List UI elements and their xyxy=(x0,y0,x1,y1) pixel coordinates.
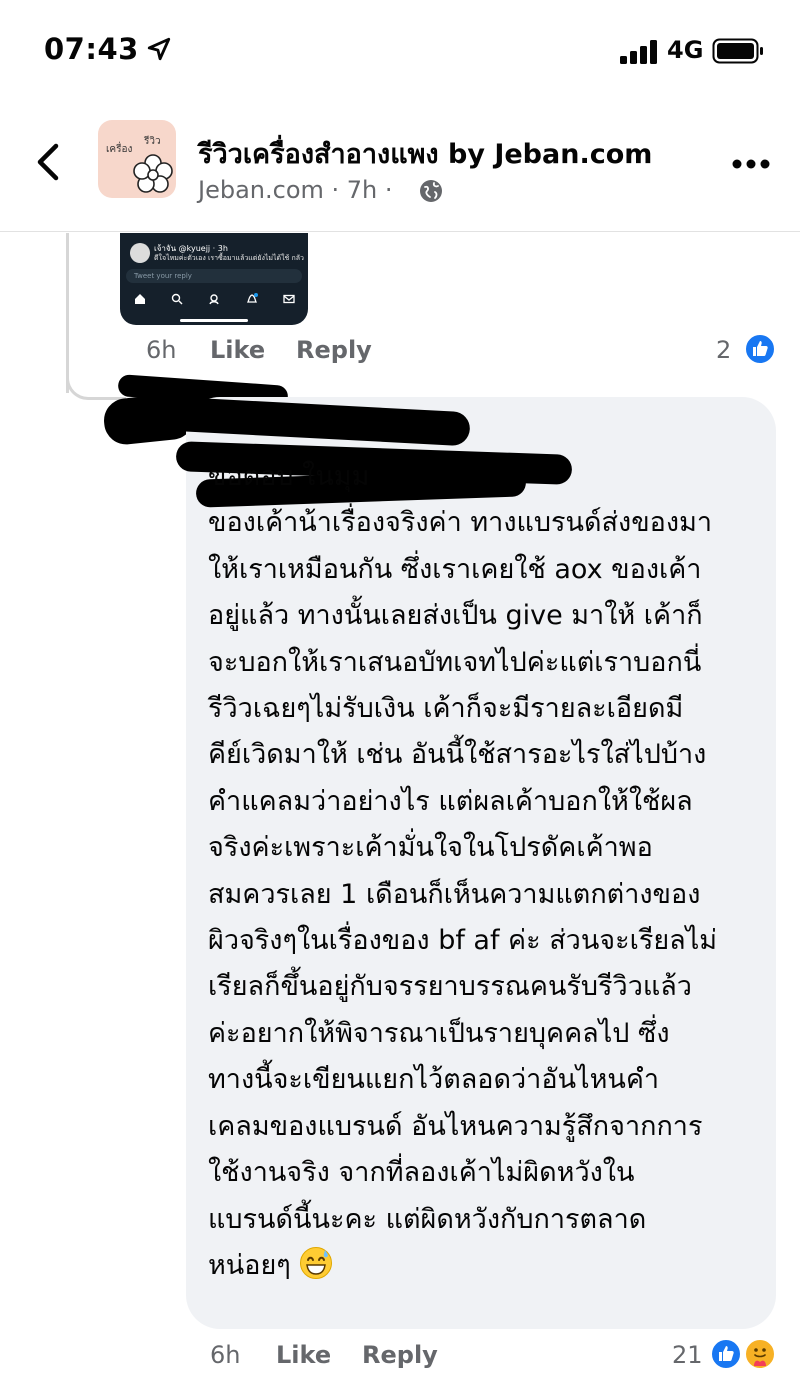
comment-actions: 6h Like Reply xyxy=(146,336,786,368)
spaces-icon xyxy=(209,294,219,305)
status-bar: 07:43 4G xyxy=(0,0,800,100)
location-arrow-icon xyxy=(147,37,171,61)
post-meta: Jeban.com · 7h · xyxy=(198,176,393,204)
like-button[interactable]: Like xyxy=(210,336,265,364)
reply-button[interactable]: Reply xyxy=(296,336,372,364)
comment-attachment-image[interactable]: เจ้าจัน @kyuejj · 3h ดีใจไหมค่ะตัวเอง เร… xyxy=(120,233,308,325)
post-header: เครื่อง รีวิว รีวิวเครื่องสำอางแพง by Je… xyxy=(0,100,800,232)
like-reaction-icon xyxy=(710,1338,742,1370)
mail-icon xyxy=(283,294,295,304)
globe-icon xyxy=(420,180,442,202)
embed-text: ดีใจไหมค่ะตัวเอง เราซื้อมาแล้วแต่ยังไม่ไ… xyxy=(154,254,304,262)
notification-bell-icon xyxy=(246,293,258,303)
reaction-count[interactable]: 21 xyxy=(672,1341,703,1369)
network-type: 4G xyxy=(667,36,704,64)
more-options-icon[interactable] xyxy=(732,158,770,170)
avatar xyxy=(130,243,150,263)
reply-button[interactable]: Reply xyxy=(362,1341,438,1369)
page-avatar[interactable]: เครื่อง รีวิว xyxy=(98,120,176,198)
comment-body: ขอตอบ ในมุม ของเค้าน้าเรื่องจริงค่า ทางแ… xyxy=(208,461,718,1281)
thread-connector xyxy=(66,360,126,400)
embed-reply-placeholder: Tweet your reply xyxy=(134,272,192,280)
flower-logo-icon xyxy=(133,154,173,193)
avatar-text: รีวิว xyxy=(144,136,161,147)
battery-icon xyxy=(712,38,763,64)
search-icon xyxy=(171,293,183,305)
status-time: 07:43 xyxy=(44,32,139,66)
comment-time: 6h xyxy=(210,1341,241,1369)
like-reaction-icon xyxy=(744,333,776,365)
reaction-count[interactable]: 2 xyxy=(716,336,731,364)
like-button[interactable]: Like xyxy=(276,1341,331,1369)
page-title[interactable]: รีวิวเครื่องสำอางแพง by Jeban.com xyxy=(198,132,652,175)
back-chevron-icon[interactable] xyxy=(34,142,64,182)
comment-actions: 6h Like Reply xyxy=(210,1341,650,1373)
home-indicator xyxy=(180,319,248,322)
comment-text: ขอตอบ ในมุม ของเค้าน้าเรื่องจริงค่า ทางแ… xyxy=(208,454,768,1289)
care-reaction-icon xyxy=(744,1338,776,1370)
avatar-text: เครื่อง xyxy=(106,144,133,155)
comment-time: 6h xyxy=(146,336,177,364)
home-icon xyxy=(135,294,145,304)
grinning-sweat-emoji-icon xyxy=(300,1246,333,1279)
signal-icon xyxy=(620,40,657,64)
